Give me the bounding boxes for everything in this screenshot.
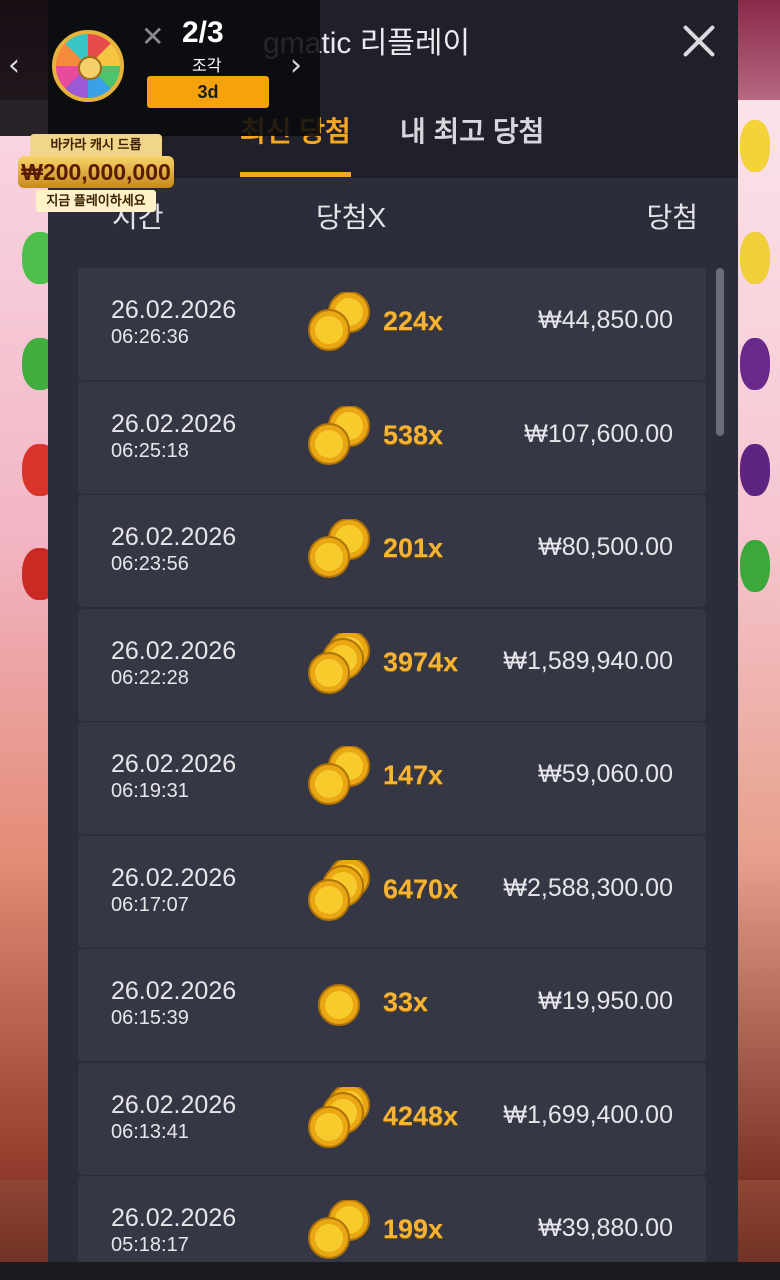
column-win: 당첨 bbox=[646, 202, 698, 233]
play-now-button[interactable]: 지금 플레이하세요 bbox=[36, 190, 156, 212]
list-item[interactable]: 26.02.2026 06:17:07 6470x ₩2,588,300.00 bbox=[78, 835, 706, 948]
coins-icon bbox=[303, 1199, 375, 1264]
row-multiplier: 199x bbox=[383, 1214, 444, 1244]
days-badge: 3d bbox=[147, 76, 269, 108]
progress-count: 2/3 bbox=[182, 16, 224, 49]
wheel-icon[interactable] bbox=[52, 30, 124, 102]
close-icon[interactable]: ✕ bbox=[141, 20, 164, 53]
row-amount: ₩1,699,400.00 bbox=[503, 1100, 673, 1129]
footer-bar bbox=[0, 1262, 780, 1280]
row-time: 05:18:17 bbox=[111, 1234, 189, 1256]
row-date: 26.02.2026 bbox=[111, 1204, 237, 1232]
progress-label: 조각 bbox=[192, 58, 222, 75]
promo-widget: ‹ ✕ 2/3 조각 3d › bbox=[0, 0, 320, 136]
row-amount: ₩1,589,940.00 bbox=[503, 646, 673, 675]
list-item[interactable]: 26.02.2026 06:25:18 538x ₩107,600.00 bbox=[78, 381, 706, 494]
coins-icon bbox=[303, 856, 375, 924]
banana-icon bbox=[740, 120, 770, 172]
row-amount: ₩107,600.00 bbox=[524, 419, 673, 448]
cash-drop-banner[interactable]: 바카라 캐시 드롭 ₩200,000,000 지금 플레이하세요 bbox=[18, 134, 174, 214]
cash-drop-title: 바카라 캐시 드롭 bbox=[30, 134, 162, 156]
row-multiplier: 3974x bbox=[383, 646, 459, 677]
row-time: 06:17:07 bbox=[111, 893, 189, 916]
row-amount: ₩59,060.00 bbox=[538, 760, 673, 788]
coins-icon bbox=[303, 1083, 375, 1151]
row-multiplier: 201x bbox=[383, 533, 444, 563]
row-date: 26.02.2026 bbox=[111, 523, 237, 551]
list-item[interactable]: 26.02.2026 06:15:39 33x ₩19,950.00 bbox=[78, 949, 706, 1061]
row-date: 26.02.2026 bbox=[111, 863, 237, 892]
row-amount: ₩44,850.00 bbox=[538, 306, 673, 334]
list-item[interactable]: 26.02.2026 06:23:56 201x ₩80,500.00 bbox=[78, 495, 706, 607]
row-amount: ₩19,950.00 bbox=[538, 987, 673, 1015]
row-date: 26.02.2026 bbox=[111, 1090, 237, 1119]
row-time: 06:23:56 bbox=[111, 553, 189, 575]
coins-icon bbox=[303, 518, 375, 583]
row-amount: ₩2,588,300.00 bbox=[503, 873, 673, 902]
row-amount: ₩80,500.00 bbox=[538, 533, 673, 561]
cash-drop-amount: ₩200,000,000 bbox=[18, 156, 174, 188]
scrollbar[interactable] bbox=[716, 268, 724, 436]
list-item[interactable]: 26.02.2026 06:19:31 147x ₩59,060.00 bbox=[78, 722, 706, 834]
grapes-icon bbox=[740, 444, 770, 496]
active-tab-indicator bbox=[240, 172, 351, 177]
tab-my-best-wins[interactable]: 내 최고 당첨 bbox=[400, 110, 544, 150]
list-item[interactable]: 26.02.2026 06:22:28 3974x ₩1,589,940.00 bbox=[78, 608, 706, 721]
coins-icon bbox=[303, 973, 375, 1037]
chevron-right-icon[interactable]: › bbox=[290, 48, 302, 83]
list-item[interactable]: 26.02.2026 06:13:41 4248x ₩1,699,400.00 bbox=[78, 1062, 706, 1175]
row-multiplier: 538x bbox=[383, 419, 444, 450]
row-time: 06:15:39 bbox=[111, 1007, 189, 1029]
row-time: 06:22:28 bbox=[111, 666, 189, 689]
watermelon-icon bbox=[740, 540, 770, 592]
close-button[interactable] bbox=[674, 16, 724, 66]
coins-icon bbox=[303, 629, 375, 697]
row-date: 26.02.2026 bbox=[111, 750, 237, 778]
row-time: 06:25:18 bbox=[111, 439, 189, 462]
list-item[interactable]: 26.02.2026 06:26:36 224x ₩44,850.00 bbox=[78, 268, 706, 380]
coins-icon bbox=[303, 404, 375, 470]
row-multiplier: 4248x bbox=[383, 1100, 459, 1131]
row-date: 26.02.2026 bbox=[111, 636, 237, 665]
row-time: 06:19:31 bbox=[111, 780, 189, 802]
banana-icon bbox=[740, 232, 770, 284]
wins-list[interactable]: 26.02.2026 06:26:36 224x ₩44,850.00 26.02.20… bbox=[78, 268, 706, 1280]
row-date: 26.02.2026 bbox=[111, 409, 237, 438]
coins-icon bbox=[303, 745, 375, 810]
row-multiplier: 147x bbox=[383, 760, 444, 790]
row-date: 26.02.2026 bbox=[111, 977, 237, 1005]
row-multiplier: 33x bbox=[383, 987, 429, 1017]
row-time: 06:26:36 bbox=[111, 326, 189, 348]
column-multiplier: 당첨X bbox=[316, 202, 387, 233]
row-time: 06:13:41 bbox=[111, 1120, 189, 1143]
grapes-icon bbox=[740, 338, 770, 390]
row-multiplier: 224x bbox=[383, 306, 444, 336]
row-multiplier: 6470x bbox=[383, 873, 459, 904]
row-date: 26.02.2026 bbox=[111, 296, 237, 324]
row-amount: ₩39,880.00 bbox=[538, 1214, 673, 1242]
chevron-left-icon[interactable]: ‹ bbox=[8, 48, 20, 83]
coins-icon bbox=[303, 291, 375, 356]
